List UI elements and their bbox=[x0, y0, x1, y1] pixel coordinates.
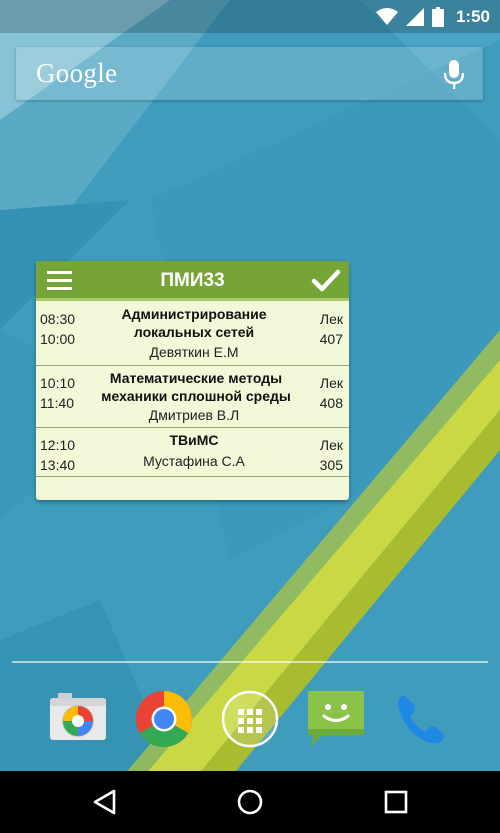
navigation-bar bbox=[0, 771, 500, 833]
google-logo: Google bbox=[36, 58, 118, 88]
lesson-times: 10:10 11:40 bbox=[40, 373, 75, 413]
lesson-room: 408 bbox=[319, 395, 343, 411]
recents-icon[interactable] bbox=[381, 787, 411, 817]
lesson-start: 12:10 bbox=[40, 437, 76, 453]
phone-icon[interactable] bbox=[392, 689, 452, 749]
lesson-row[interactable]: 10:10 11:40 Математические методы механи… bbox=[36, 366, 349, 428]
lesson-type: Лек bbox=[319, 437, 343, 453]
check-icon[interactable] bbox=[311, 268, 341, 294]
lesson-room: 407 bbox=[319, 331, 343, 347]
signal-icon bbox=[405, 8, 424, 26]
lesson-end: 11:40 bbox=[40, 395, 74, 411]
mic-icon[interactable] bbox=[443, 59, 465, 91]
status-time: 1:50 bbox=[455, 7, 490, 26]
google-search-bar[interactable]: Google bbox=[16, 47, 483, 100]
lesson-type: Лек bbox=[319, 375, 343, 391]
lesson-subject: ТВиМС bbox=[169, 432, 219, 448]
lesson-list: 08:30 10:00 Администрирование локальных … bbox=[36, 302, 349, 500]
lesson-subject: Администрирование локальных сетей bbox=[121, 306, 267, 340]
battery-icon bbox=[431, 7, 444, 27]
lesson-type-room: Лек 407 bbox=[320, 309, 343, 349]
widget-header: ПМИ33 bbox=[36, 261, 349, 301]
lesson-end: 10:00 bbox=[40, 331, 76, 347]
lesson-times: 12:10 13:40 bbox=[40, 435, 75, 475]
lesson-row[interactable]: 08:30 10:00 Администрирование локальных … bbox=[36, 302, 349, 366]
messenger-icon[interactable] bbox=[306, 689, 366, 749]
lesson-end: 13:40 bbox=[40, 457, 76, 473]
home-icon[interactable] bbox=[235, 787, 265, 817]
back-icon[interactable] bbox=[90, 787, 120, 817]
camera-icon[interactable] bbox=[48, 688, 108, 748]
lesson-teacher: Мустафина С.А bbox=[143, 453, 245, 469]
lesson-start: 10:10 bbox=[40, 375, 76, 391]
lesson-start: 08:30 bbox=[40, 311, 76, 327]
status-icons: 1:50 bbox=[375, 5, 490, 29]
lesson-type-room: Лек 408 bbox=[320, 373, 343, 413]
lesson-row[interactable]: 12:10 13:40 ТВиМС Мустафина С.А Лек 305 bbox=[36, 428, 349, 477]
home-screen: 1:50 Google ПМИ33 08:30 10:00 Администри… bbox=[0, 0, 500, 833]
chrome-icon[interactable] bbox=[134, 689, 194, 749]
dock-divider bbox=[12, 661, 488, 663]
empty-row bbox=[36, 477, 349, 500]
lesson-teacher: Дмитриев В.Л bbox=[148, 407, 240, 423]
lesson-times: 08:30 10:00 bbox=[40, 309, 75, 349]
lesson-type: Лек bbox=[319, 311, 343, 327]
lesson-type-room: Лек 305 bbox=[320, 435, 343, 475]
status-bar: 1:50 bbox=[0, 0, 500, 33]
app-drawer-icon[interactable] bbox=[220, 689, 280, 749]
lesson-subject: Математические методы механики сплошной … bbox=[101, 370, 291, 404]
lesson-teacher: Девяткин Е.М bbox=[149, 344, 239, 360]
widget-title: ПМИ33 bbox=[160, 270, 225, 291]
wifi-icon bbox=[375, 8, 398, 25]
schedule-widget: ПМИ33 08:30 10:00 Администрирование лока… bbox=[36, 261, 349, 500]
lesson-room: 305 bbox=[319, 457, 343, 473]
